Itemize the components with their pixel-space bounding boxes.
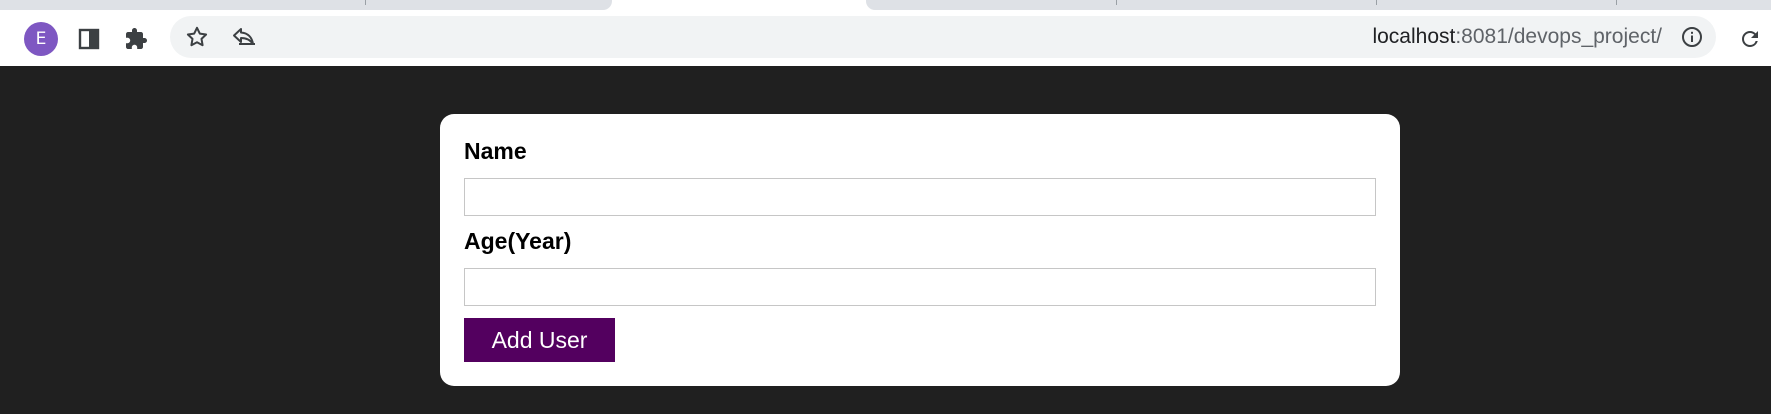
age-input[interactable] [464, 268, 1376, 306]
name-input[interactable] [464, 178, 1376, 216]
share-icon[interactable] [228, 21, 260, 53]
tab-separator [1376, 0, 1377, 5]
address-bar[interactable]: localhost:8081/devops_project/ [170, 16, 1716, 58]
url-path: :8081/devops_project/ [1455, 25, 1662, 48]
extensions-icon[interactable] [120, 23, 152, 55]
add-user-form: Name Age(Year) Add User [440, 114, 1400, 386]
side-panel-icon[interactable] [73, 23, 105, 55]
tab-strip [0, 0, 1771, 10]
tab-separator [1616, 0, 1617, 5]
url-host: localhost [1372, 25, 1456, 48]
reload-icon[interactable] [1734, 23, 1766, 55]
site-info-icon[interactable] [1676, 21, 1708, 53]
inactive-tab-left[interactable] [0, 0, 612, 10]
tab-separator [365, 0, 366, 5]
star-icon[interactable] [181, 21, 213, 53]
add-user-button[interactable]: Add User [464, 318, 615, 362]
tab-separator [1116, 0, 1117, 5]
age-label: Age(Year) [464, 228, 572, 254]
profile-avatar[interactable]: E [24, 22, 58, 56]
name-label: Name [464, 138, 527, 164]
browser-toolbar: E localhost:8081/devops_project/ [0, 10, 1771, 66]
inactive-tab-right[interactable] [866, 0, 1771, 10]
profile-initial: E [35, 29, 47, 49]
url-text[interactable]: localhost:8081/devops_project/ [1372, 16, 1662, 58]
